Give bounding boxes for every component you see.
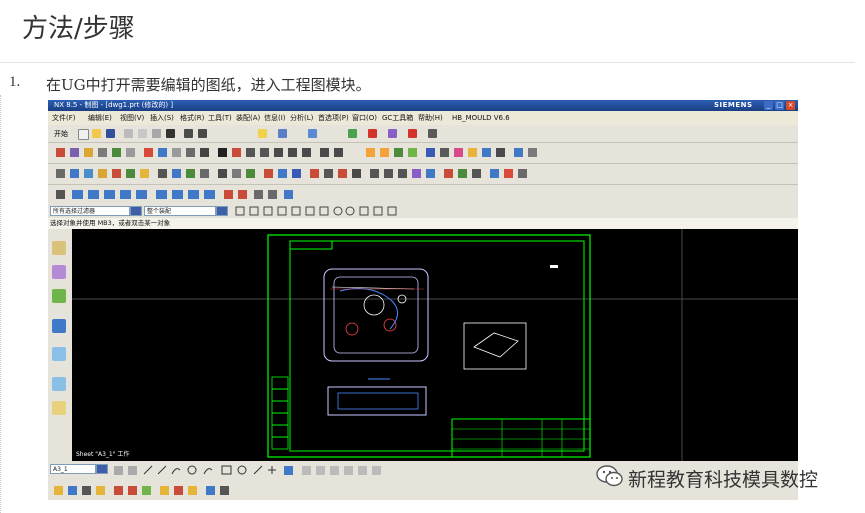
- menu-info[interactable]: 信息(I): [264, 111, 286, 125]
- menu-window[interactable]: 窗口(O): [352, 111, 377, 125]
- point-icon[interactable]: [408, 129, 417, 138]
- chevron-down-icon[interactable]: [96, 464, 108, 474]
- dimension-toolbar: [48, 164, 798, 185]
- menu-format[interactable]: 格式(R): [180, 111, 204, 125]
- clock-icon[interactable]: [52, 377, 66, 391]
- step-text: 在UG中打开需要编辑的图纸，进入工程图模块。: [46, 76, 371, 94]
- resource-bar: [48, 229, 72, 461]
- display-icon[interactable]: [308, 129, 317, 138]
- cut-icon[interactable]: [124, 129, 133, 138]
- graphics-window[interactable]: Sheet "A3_1" 工作: [72, 229, 798, 461]
- part-navigator-icon[interactable]: [52, 241, 66, 255]
- dimension-toolbar-icons[interactable]: [48, 164, 798, 184]
- watermark: 新程教育科技模具数控: [596, 462, 846, 492]
- type-filter-select[interactable]: 所有选择过滤器: [50, 206, 130, 216]
- content-gutter: [0, 95, 1, 513]
- snap-point-icons[interactable]: [234, 206, 444, 217]
- undo-icon[interactable]: [184, 129, 193, 138]
- sketch-curve-icons[interactable]: [112, 464, 472, 477]
- drafting-toolbar: [48, 143, 798, 164]
- sheet-select[interactable]: A3_1: [50, 464, 96, 474]
- delete-icon[interactable]: [166, 129, 175, 138]
- menu-file[interactable]: 文件(F): [52, 111, 76, 125]
- step-screenshot: NX 8.5 - 制图 - [dwg1.prt (修改的) ] SIEMENS …: [48, 100, 798, 500]
- history-icon[interactable]: [52, 347, 66, 361]
- drafting-toolbar-icons[interactable]: [48, 143, 798, 163]
- step-number: 1.: [9, 74, 21, 90]
- scope-select[interactable]: 整个装配: [144, 206, 216, 216]
- maximize-icon[interactable]: □: [775, 101, 784, 110]
- chevron-down-icon[interactable]: [216, 206, 228, 216]
- menu-preferences[interactable]: 首选项(P): [318, 111, 349, 125]
- analysis-icon[interactable]: [368, 129, 377, 138]
- selection-bar: 所有选择过滤器 整个装配: [48, 204, 798, 218]
- nx-title-bar: NX 8.5 - 制图 - [dwg1.prt (修改的) ] SIEMENS …: [48, 100, 798, 111]
- command-finder-icon[interactable]: [258, 129, 267, 138]
- save-icon[interactable]: [106, 129, 115, 138]
- sheet-label: Sheet "A3_1" 工作: [76, 451, 130, 458]
- new-file-icon[interactable]: [78, 129, 89, 140]
- layer-icon[interactable]: [278, 129, 287, 138]
- menu-assembly[interactable]: 装配(A): [236, 111, 260, 125]
- line-icon[interactable]: [428, 129, 437, 138]
- copy-icon[interactable]: [138, 129, 147, 138]
- menu-insert[interactable]: 插入(S): [150, 111, 174, 125]
- redo-icon[interactable]: [198, 129, 207, 138]
- standard-toolbar: 开始: [48, 125, 798, 143]
- chevron-down-icon[interactable]: [130, 206, 142, 216]
- section-divider: [0, 62, 855, 63]
- open-folder-icon[interactable]: [92, 129, 101, 138]
- minimize-icon[interactable]: _: [764, 101, 773, 110]
- nx-window-title: NX 8.5 - 制图 - [dwg1.prt (修改的) ]: [54, 101, 174, 109]
- nx-brand: SIEMENS: [714, 101, 753, 109]
- assembly-navigator-icon[interactable]: [52, 265, 66, 279]
- close-icon[interactable]: ×: [786, 101, 795, 110]
- menu-tools[interactable]: 工具(T): [208, 111, 232, 125]
- menu-edit[interactable]: 编辑(E): [88, 111, 112, 125]
- watermark-text: 新程教育科技模具数控: [628, 469, 819, 491]
- menu-view[interactable]: 视图(V): [120, 111, 144, 125]
- status-prompt: 选择对象并使用 MB3，或者双击某一对象: [48, 218, 798, 229]
- roles-icon[interactable]: [52, 401, 66, 415]
- utility-icons[interactable]: [52, 484, 272, 497]
- constraint-navigator-icon[interactable]: [52, 289, 66, 303]
- menu-gc-toolbox[interactable]: GC工具箱: [382, 111, 413, 125]
- paste-icon[interactable]: [152, 129, 161, 138]
- section-title: 方法/步骤: [22, 14, 135, 44]
- start-button[interactable]: 开始: [54, 129, 68, 139]
- annotation-toolbar: [48, 185, 798, 205]
- nx-menu-bar: 文件(F) 编辑(E) 视图(V) 插入(S) 格式(R) 工具(T) 装配(A…: [48, 111, 798, 125]
- menu-hb-mould[interactable]: HB_MOULD V6.6: [452, 111, 510, 125]
- drawing-sheet: [72, 229, 798, 461]
- menu-help[interactable]: 帮助(H): [418, 111, 443, 125]
- annotation-toolbar-icons[interactable]: [48, 185, 798, 204]
- web-browser-icon[interactable]: [52, 319, 66, 333]
- wechat-logo-icon: [596, 465, 623, 487]
- view-icon[interactable]: [388, 129, 397, 138]
- measure-icon[interactable]: [348, 129, 357, 138]
- menu-analysis[interactable]: 分析(L): [290, 111, 313, 125]
